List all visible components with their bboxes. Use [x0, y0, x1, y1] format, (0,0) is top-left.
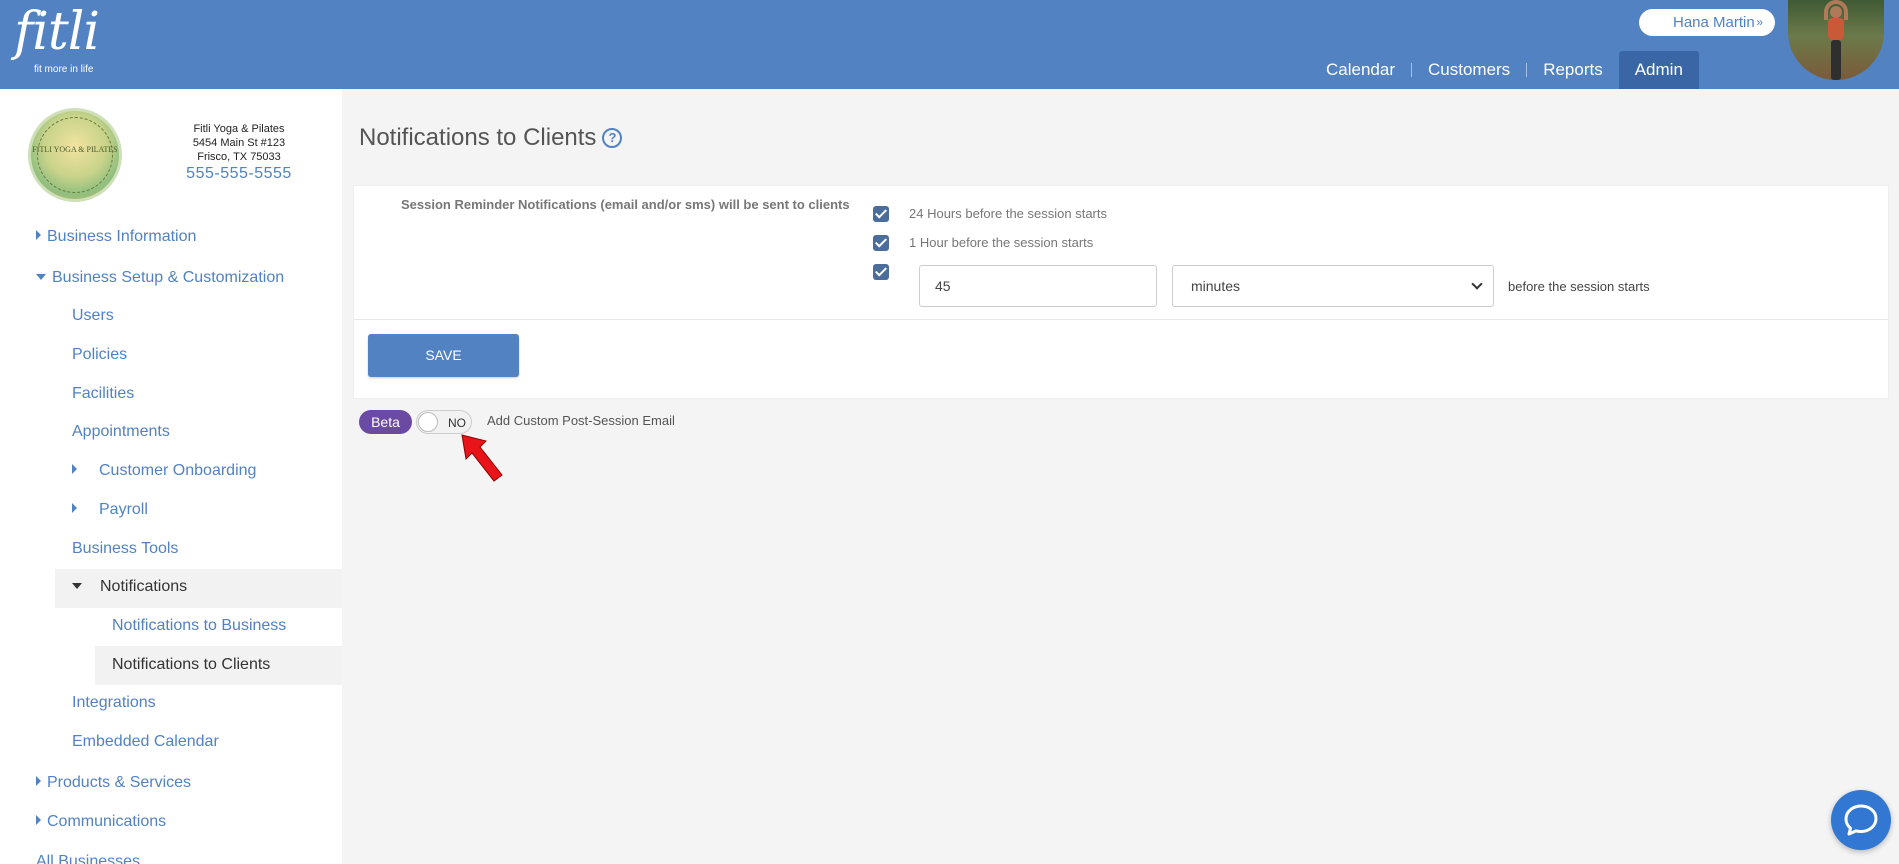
sidebar-item-label: Notifications: [100, 578, 188, 595]
sidebar-item-notifications[interactable]: Notifications: [72, 578, 187, 596]
checkbox-1-hour[interactable]: [873, 235, 889, 251]
sidebar-item-label: Business Information: [47, 228, 197, 245]
sidebar-item-label: Customer Onboarding: [99, 462, 257, 479]
custom-time-suffix: before the session starts: [1508, 279, 1650, 294]
caret-right-icon: [72, 464, 77, 474]
toggle-knob: [418, 412, 438, 432]
caret-right-icon: [36, 815, 41, 825]
business-phone[interactable]: 555-555-5555: [172, 166, 306, 182]
business-address-line2: Frisco, TX 75033: [197, 151, 281, 163]
reminder-label: Session Reminder Notifications (email an…: [401, 197, 850, 212]
nav-reports[interactable]: Reports: [1527, 51, 1619, 89]
toggle-state-label: NO: [448, 416, 466, 430]
caret-right-icon: [36, 776, 41, 786]
sidebar-item-notifications-to-clients[interactable]: Notifications to Clients: [112, 656, 270, 674]
page-title: Notifications to Clients?: [359, 124, 623, 152]
sidebar-item-label: Business Setup & Customization: [52, 269, 285, 286]
custom-post-session-email-label: Add Custom Post-Session Email: [487, 413, 675, 428]
sidebar-item-label: Communications: [47, 813, 167, 830]
checkbox-1-hour-label: 1 Hour before the session starts: [909, 235, 1094, 250]
sidebar-item-payroll[interactable]: Payroll: [72, 501, 148, 519]
business-address-line1: 5454 Main St #123: [192, 137, 286, 149]
checkbox-custom-time[interactable]: [873, 264, 889, 280]
help-icon[interactable]: ?: [602, 128, 623, 148]
sidebar-item-policies[interactable]: Policies: [72, 346, 127, 364]
sidebar: FITLI YOGA & PILATES Fitli Yoga & Pilate…: [0, 89, 342, 864]
sidebar-item-customer-onboarding[interactable]: Customer Onboarding: [72, 462, 256, 480]
page-title-text: Notifications to Clients: [359, 124, 597, 151]
nav-customers[interactable]: Customers: [1412, 51, 1526, 89]
panel-divider: [354, 319, 1888, 320]
caret-right-icon: [36, 230, 41, 240]
user-menu-button[interactable]: Hana Martin »: [1639, 9, 1775, 36]
checkbox-24-hours[interactable]: [873, 206, 889, 222]
business-name: Fitli Yoga & Pilates: [193, 123, 285, 135]
chat-support-button[interactable]: [1831, 790, 1891, 850]
nav-calendar[interactable]: Calendar: [1310, 51, 1411, 89]
save-button[interactable]: SAVE: [368, 334, 519, 377]
sidebar-item-appointments[interactable]: Appointments: [72, 423, 170, 441]
sidebar-item-business-information[interactable]: Business Information: [36, 228, 196, 246]
time-unit-select[interactable]: minutes: [1172, 265, 1494, 307]
user-name: Hana Martin: [1673, 14, 1755, 31]
time-unit-value: minutes: [1191, 278, 1241, 294]
business-logo-text: FITLI YOGA & PILATES: [32, 145, 118, 154]
beta-badge: Beta: [359, 410, 412, 434]
logo-wordmark: fitli: [14, 2, 100, 62]
sidebar-item-notifications-to-business[interactable]: Notifications to Business: [112, 617, 286, 635]
sidebar-item-business-tools[interactable]: Business Tools: [72, 540, 178, 558]
caret-right-icon: [72, 503, 77, 513]
sidebar-item-integrations[interactable]: Integrations: [72, 694, 156, 712]
custom-time-input[interactable]: 45: [919, 265, 1157, 307]
checkbox-24-hours-label: 24 Hours before the session starts: [909, 206, 1107, 221]
chat-bubble-icon: [1844, 804, 1878, 836]
top-bar: fitli fit more in life Hana Martin » Cal…: [0, 0, 1899, 89]
sidebar-item-communications[interactable]: Communications: [36, 813, 166, 831]
caret-down-icon: [36, 274, 46, 280]
sidebar-item-users[interactable]: Users: [72, 307, 114, 325]
chevron-down-icon: [1471, 278, 1483, 290]
avatar[interactable]: [1788, 0, 1884, 80]
fitli-logo[interactable]: fitli fit more in life: [14, 2, 100, 75]
custom-post-session-email-toggle[interactable]: NO: [416, 410, 472, 434]
sidebar-item-label: Products & Services: [47, 774, 192, 791]
sidebar-item-facilities[interactable]: Facilities: [72, 385, 134, 403]
sidebar-item-all-businesses[interactable]: All Businesses: [36, 853, 140, 864]
nav-admin[interactable]: Admin: [1618, 51, 1699, 89]
sidebar-item-embedded-calendar[interactable]: Embedded Calendar: [72, 733, 219, 751]
sidebar-item-label: Payroll: [99, 501, 148, 518]
sidebar-item-products-services[interactable]: Products & Services: [36, 774, 191, 792]
reminder-settings-panel: Session Reminder Notifications (email an…: [353, 185, 1889, 399]
logo-tagline: fit more in life: [34, 64, 94, 75]
business-info: Fitli Yoga & Pilates 5454 Main St #123 F…: [172, 122, 306, 182]
sidebar-item-business-setup[interactable]: Business Setup & Customization: [36, 269, 284, 287]
caret-down-icon: [72, 583, 82, 589]
annotation-arrow-icon: [461, 434, 503, 482]
business-logo: FITLI YOGA & PILATES: [28, 108, 122, 202]
main-nav: Calendar Customers Reports Admin: [1310, 51, 1699, 89]
double-chevron-down-icon: »: [1756, 15, 1763, 29]
